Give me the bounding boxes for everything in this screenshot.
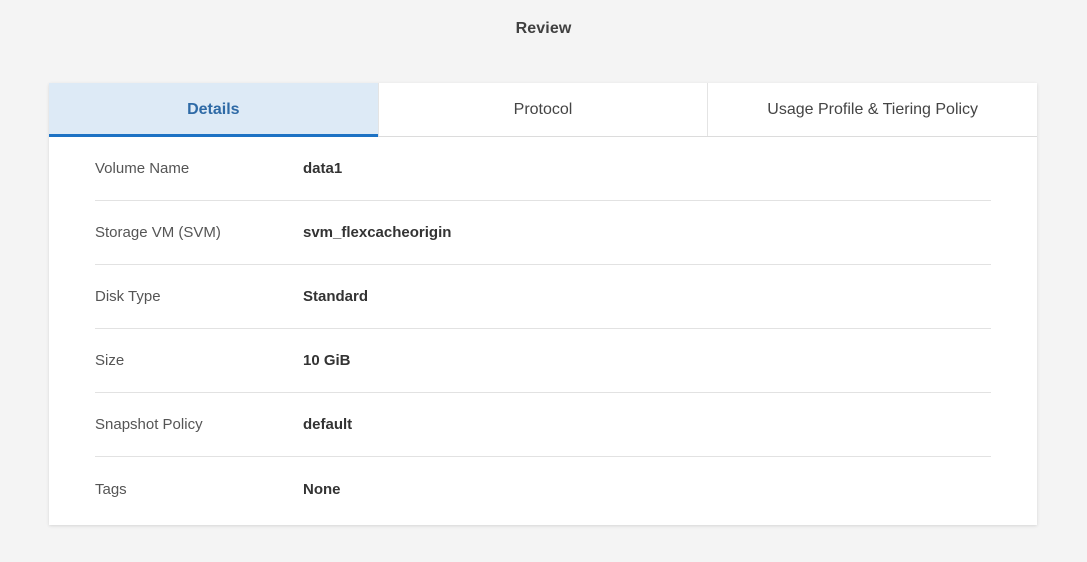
- detail-label: Size: [95, 352, 125, 369]
- detail-value: 10 GiB: [303, 352, 351, 369]
- detail-label: Storage VM (SVM): [95, 224, 221, 241]
- detail-row-size: Size 10 GiB: [95, 329, 991, 393]
- tab-details[interactable]: Details: [49, 83, 378, 137]
- detail-row-volume-name: Volume Name data1: [95, 137, 991, 201]
- detail-label: Tags: [95, 480, 127, 498]
- detail-label: Snapshot Policy: [95, 416, 203, 433]
- review-card: Details Protocol Usage Profile & Tiering…: [49, 83, 1037, 525]
- detail-row-disk-type: Disk Type Standard: [95, 265, 991, 329]
- detail-label: Volume Name: [95, 160, 190, 177]
- detail-value: Standard: [303, 288, 369, 305]
- detail-row-storage-vm: Storage VM (SVM) svm_flexcacheorigin: [95, 201, 991, 265]
- detail-value: svm_flexcacheorigin: [303, 224, 452, 241]
- tab-usage-profile-tiering-policy[interactable]: Usage Profile & Tiering Policy: [707, 83, 1037, 136]
- detail-label: Disk Type: [95, 288, 161, 305]
- tab-bar: Details Protocol Usage Profile & Tiering…: [49, 83, 1037, 137]
- page-title: Review: [515, 20, 572, 37]
- details-panel: Volume Name data1 Storage VM (SVM) svm_f…: [49, 137, 1037, 521]
- detail-value: data1: [303, 160, 343, 177]
- detail-row-snapshot-policy: Snapshot Policy default: [95, 393, 991, 457]
- detail-value: None: [303, 480, 341, 498]
- detail-row-tags: Tags None: [95, 457, 991, 521]
- tab-protocol[interactable]: Protocol: [377, 83, 708, 136]
- detail-value: default: [303, 416, 353, 433]
